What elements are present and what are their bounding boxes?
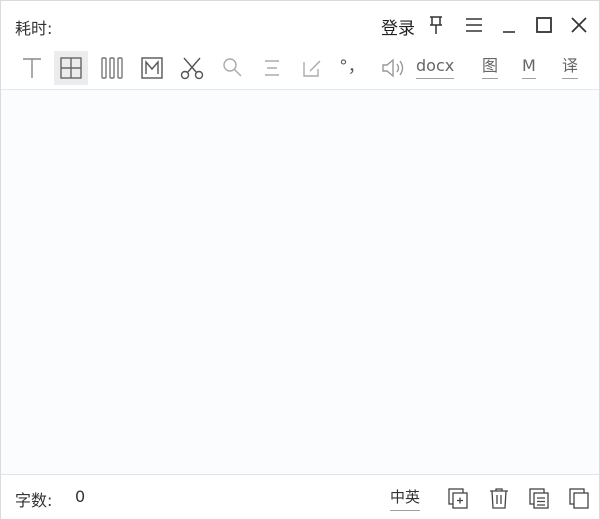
- speaker-icon[interactable]: [375, 51, 409, 85]
- app-window: 耗时: 登录 °， docx 图 M 译 字数: 0 中英: [0, 0, 600, 519]
- login-button[interactable]: 登录: [381, 14, 415, 39]
- close-icon[interactable]: [567, 13, 591, 37]
- edit-box-icon[interactable]: [295, 51, 329, 85]
- word-count-label: 字数:: [15, 491, 53, 510]
- scissors-icon[interactable]: [175, 51, 209, 85]
- menu-icon[interactable]: [462, 13, 486, 37]
- add-page-icon[interactable]: [445, 485, 471, 511]
- markdown-box-icon[interactable]: [135, 51, 169, 85]
- punctuation-icon[interactable]: °，: [335, 55, 369, 89]
- word-count-value: 0: [75, 487, 86, 506]
- maximize-icon[interactable]: [532, 13, 556, 37]
- columns-icon[interactable]: [95, 51, 129, 85]
- image-button[interactable]: 图: [482, 57, 499, 79]
- minimize-icon[interactable]: [498, 13, 522, 37]
- toolbar: °， docx 图 M 译: [1, 47, 599, 90]
- table-grid-icon[interactable]: [54, 51, 88, 85]
- markdown-button[interactable]: M: [522, 57, 536, 79]
- copy-list-icon[interactable]: [526, 485, 552, 511]
- pin-icon[interactable]: [424, 13, 448, 37]
- text-content-area[interactable]: [1, 90, 599, 474]
- status-bar: 字数: 0 中英: [1, 474, 599, 519]
- export-docx-button[interactable]: docx: [416, 57, 455, 79]
- align-icon[interactable]: [255, 51, 289, 85]
- text-cursor-icon[interactable]: [15, 51, 49, 85]
- language-toggle[interactable]: 中英: [390, 486, 421, 511]
- duplicate-icon[interactable]: [566, 485, 592, 511]
- search-icon[interactable]: [215, 51, 249, 85]
- translate-button[interactable]: 译: [562, 57, 579, 79]
- title-bar: 耗时: 登录: [1, 1, 599, 47]
- elapsed-time-label: 耗时:: [15, 19, 53, 38]
- trash-icon[interactable]: [486, 485, 512, 511]
